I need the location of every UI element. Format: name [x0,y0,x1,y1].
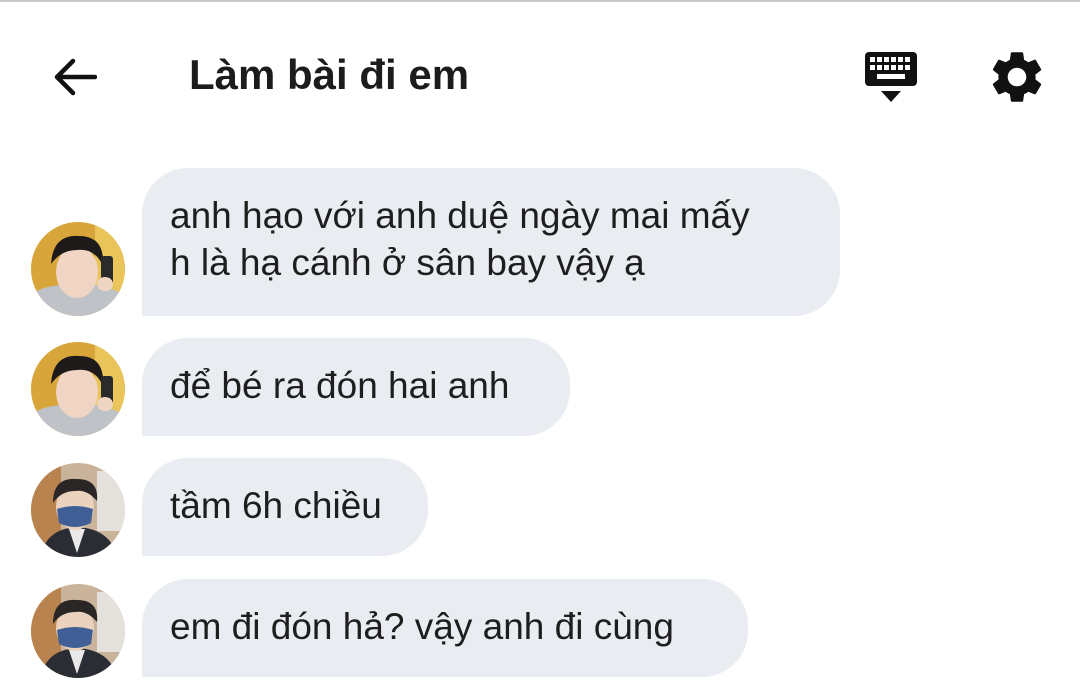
avatar-photo-1 [31,342,125,436]
avatar-photo-2 [31,584,125,678]
avatar[interactable] [31,222,125,316]
message-text: tầm 6h chiều [170,485,382,526]
avatar[interactable] [31,584,125,678]
message-text: em đi đón hả? vậy anh đi cùng [170,606,674,647]
message-text: anh hạo với anh duệ ngày mai mấy [170,195,750,236]
message-bubble[interactable]: để bé ra đón hai anh [142,338,570,436]
avatar-photo-1 [31,222,125,316]
avatar[interactable] [31,342,125,436]
message-list: anh hạo với anh duệ ngày mai mấy h là hạ… [0,0,1080,685]
avatar[interactable] [31,463,125,557]
message-bubble[interactable]: tầm 6h chiều [142,458,428,556]
message-bubble[interactable]: em đi đón hả? vậy anh đi cùng [142,579,748,677]
message-text: để bé ra đón hai anh [170,365,510,406]
message-bubble[interactable]: anh hạo với anh duệ ngày mai mấy h là hạ… [142,168,840,316]
avatar-photo-2 [31,463,125,557]
message-text: h là hạ cánh ở sân bay vậy ạ [170,242,645,283]
